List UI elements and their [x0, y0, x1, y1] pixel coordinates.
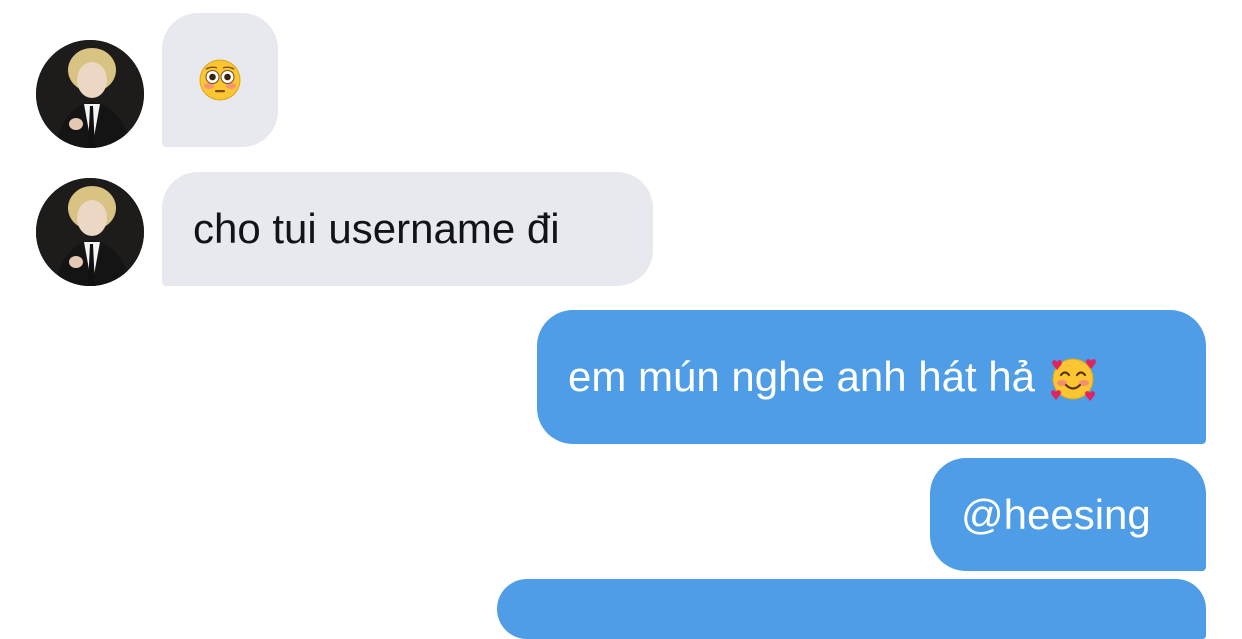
- flushed-face-emoji: [198, 58, 242, 102]
- contact-avatar[interactable]: [36, 178, 144, 286]
- message-text: em mún nghe anh hát hả: [568, 353, 1036, 400]
- contact-avatar[interactable]: [36, 40, 144, 148]
- message-bubble-outgoing[interactable]: @heesing: [930, 458, 1206, 571]
- smiling-face-with-hearts-emoji: [1049, 355, 1096, 401]
- message-bubble-outgoing[interactable]: em mún nghe anh hát hả: [537, 310, 1206, 444]
- message-text: cho tui username đi: [193, 205, 560, 252]
- avatar-photo: [36, 40, 144, 148]
- message-bubble-outgoing-partial[interactable]: [497, 579, 1206, 639]
- avatar-photo: [36, 178, 144, 286]
- message-text: @heesing: [961, 490, 1151, 538]
- message-bubble-incoming[interactable]: [162, 13, 278, 147]
- message-bubble-incoming[interactable]: cho tui username đi: [162, 172, 653, 286]
